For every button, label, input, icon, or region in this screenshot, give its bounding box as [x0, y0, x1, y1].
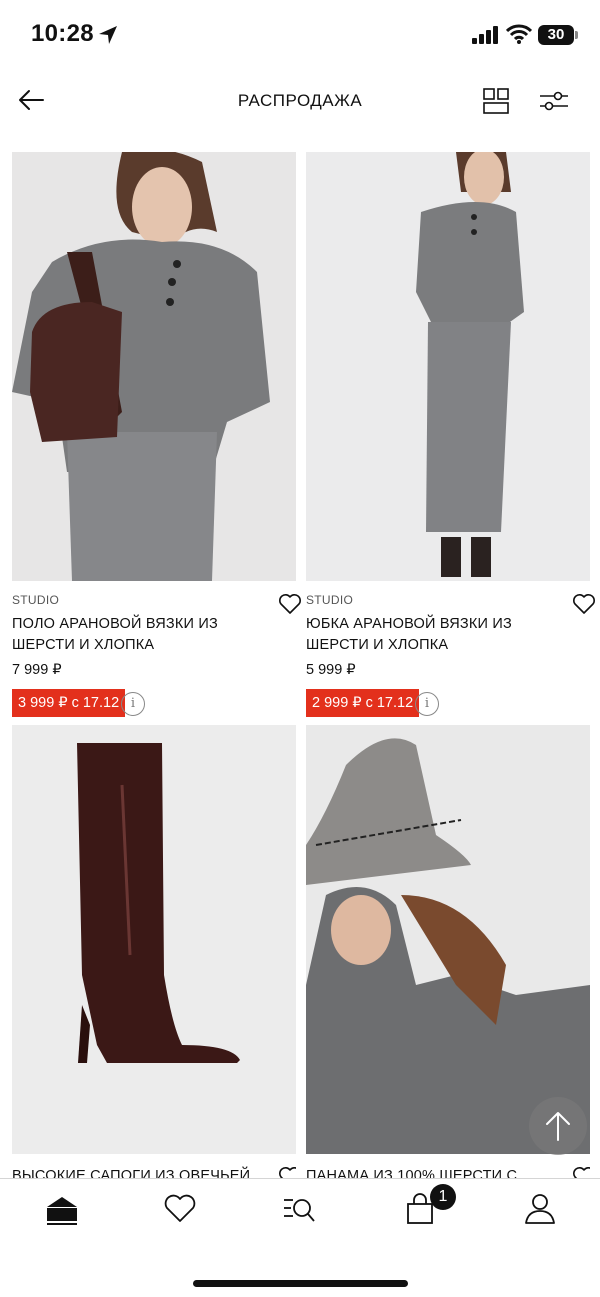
product-name[interactable]: ПОЛО АРАНОВОЙ ВЯЗКИ ИЗ ШЕРСТИ И ХЛОПКА [12, 614, 267, 656]
product-name[interactable]: ПАНАМА ИЗ 100% ШЕРСТИ С [306, 1166, 590, 1178]
wifi-icon [506, 24, 532, 44]
info-icon[interactable]: i [121, 692, 145, 716]
product-price: 5 999 ₽ [306, 662, 356, 678]
battery-nub [575, 31, 578, 39]
location-arrow-icon [99, 26, 117, 44]
scroll-to-top-button[interactable] [529, 1097, 587, 1155]
heart-icon[interactable] [160, 1191, 200, 1227]
product-price: 7 999 ₽ [12, 662, 62, 678]
product-card[interactable]: STUDIO ЮБКА АРАНОВОЙ ВЯЗКИ ИЗ ШЕРСТИ И Х… [306, 152, 595, 732]
product-image[interactable] [306, 725, 590, 1154]
boot-photo [12, 725, 296, 1154]
product-image[interactable] [12, 152, 296, 581]
home-indicator [193, 1280, 408, 1287]
grid-view-icon[interactable] [482, 87, 510, 115]
product-brand: STUDIO [12, 593, 60, 607]
heart-icon[interactable] [278, 1166, 296, 1178]
header: РАСПРОДАЖА [0, 70, 600, 132]
product-name[interactable]: ВЫСОКИЕ САПОГИ ИЗ ОВЕЧЬЕЙ [12, 1166, 296, 1178]
product-image[interactable] [12, 725, 296, 1154]
status-time: 10:28 [31, 20, 94, 47]
product-image[interactable] [306, 152, 590, 581]
heart-icon[interactable] [572, 1166, 590, 1178]
cellular-signal-icon [472, 26, 498, 44]
profile-icon[interactable] [520, 1191, 560, 1227]
sale-price-badge: 2 999 ₽ с 17.12 [306, 689, 420, 717]
product-card[interactable]: STUDIO ПОЛО АРАНОВОЙ ВЯЗКИ ИЗ ШЕРСТИ И Х… [12, 152, 301, 732]
filter-sliders-icon[interactable] [538, 87, 570, 115]
sale-price-badge: 3 999 ₽ с 17.12 [12, 689, 126, 717]
info-icon[interactable]: i [415, 692, 439, 716]
catalog-search-icon[interactable] [280, 1191, 320, 1227]
model-hat-photo [306, 725, 590, 1154]
bottom-nav: 1 [0, 1178, 600, 1297]
model-sweater-photo [12, 152, 296, 581]
home-icon[interactable] [42, 1191, 82, 1227]
model-skirt-photo [306, 152, 590, 581]
heart-icon[interactable] [278, 593, 302, 615]
battery-indicator: 30 [538, 25, 574, 45]
arrow-up-icon [546, 1112, 570, 1141]
page-title: РАСПРОДАЖА [237, 91, 363, 110]
product-name[interactable]: ЮБКА АРАНОВОЙ ВЯЗКИ ИЗ ШЕРСТИ И ХЛОПКА [306, 614, 561, 656]
product-card[interactable]: ВЫСОКИЕ САПОГИ ИЗ ОВЕЧЬЕЙ [12, 725, 296, 1178]
status-bar: 10:28 30 [0, 0, 600, 70]
product-brand: STUDIO [306, 593, 354, 607]
heart-icon[interactable] [572, 593, 596, 615]
cart-count-badge: 1 [430, 1184, 456, 1210]
